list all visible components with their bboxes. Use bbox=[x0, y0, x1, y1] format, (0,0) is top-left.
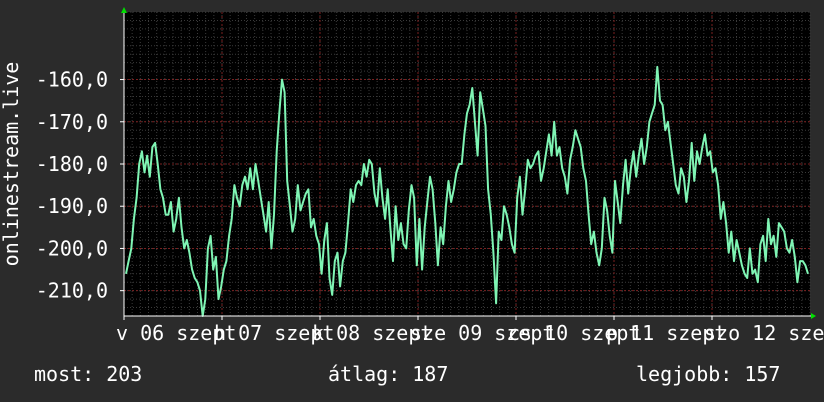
stat-average: átlag: 187 bbox=[328, 362, 448, 386]
stat-current-label: most: bbox=[34, 362, 95, 386]
y-tick-label: -210,0 bbox=[36, 279, 108, 303]
stat-average-value: 187 bbox=[412, 362, 449, 386]
stat-best-value: 157 bbox=[744, 362, 781, 386]
x-tick-labels: v 06 szepth 07 szeptk 08 szeptsze 09 sze… bbox=[116, 321, 824, 345]
stat-average-label: átlag: bbox=[328, 362, 401, 386]
y-tick-label: -190,0 bbox=[36, 194, 108, 218]
stat-best-label: legjobb: bbox=[636, 362, 733, 386]
y-axis-label: onlinestream.live bbox=[0, 62, 23, 267]
x-tick-marks bbox=[123, 316, 713, 320]
x-tick-label: szo 12 szept bbox=[704, 321, 824, 345]
stat-current-value: 203 bbox=[106, 362, 143, 386]
chart-stage: onlinestream.live -160,0 -170,0 -180,0 -190… bbox=[0, 0, 824, 402]
y-tick-label: -170,0 bbox=[36, 110, 108, 134]
y-axis-arrow-icon bbox=[121, 7, 127, 13]
x-axis-arrow-icon bbox=[811, 313, 816, 319]
y-tick-label: -160,0 bbox=[36, 68, 108, 92]
stat-current: most: 203 bbox=[34, 362, 142, 386]
stat-best: legjobb: 157 bbox=[636, 362, 780, 386]
y-tick-labels: -160,0 -170,0 -180,0 -190,0 -200,0 -210,0 bbox=[36, 68, 124, 303]
y-tick-label: -200,0 bbox=[36, 236, 108, 260]
line-chart: onlinestream.live -160,0 -170,0 -180,0 -190… bbox=[0, 7, 824, 345]
y-tick-label: -180,0 bbox=[36, 152, 108, 176]
